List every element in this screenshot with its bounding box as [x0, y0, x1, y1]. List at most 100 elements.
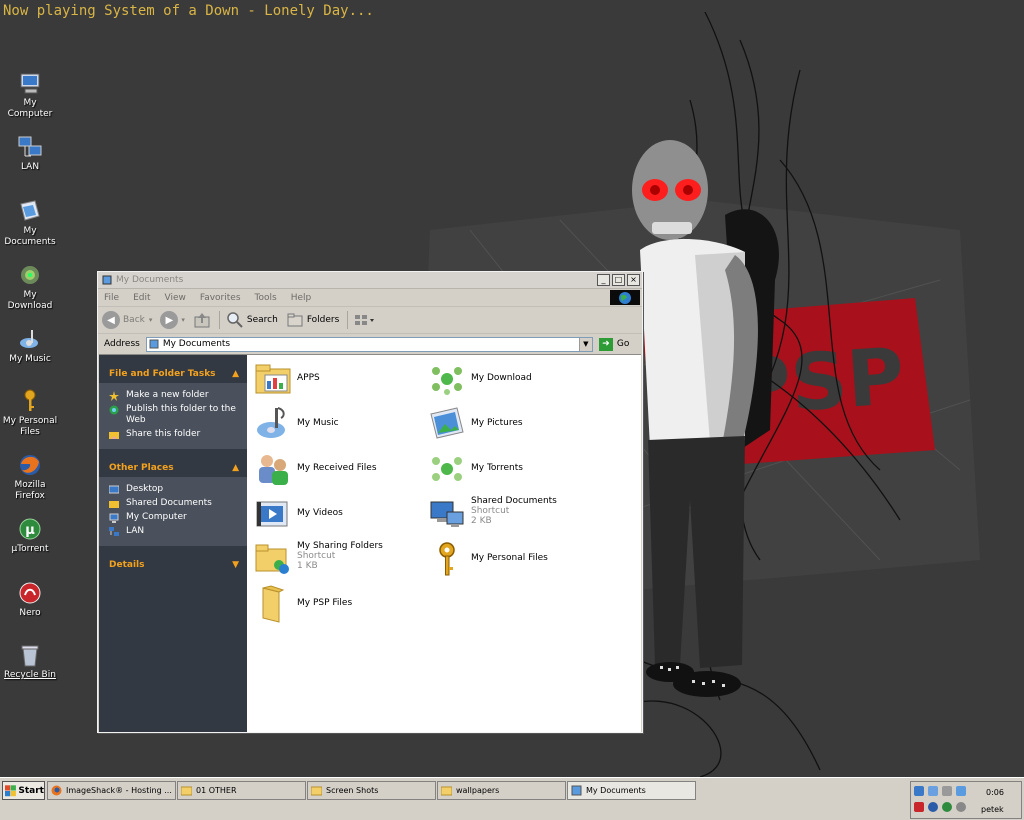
- file-item-my-pictures[interactable]: My Pictures: [427, 404, 597, 444]
- display-tray-icon[interactable]: [928, 786, 938, 796]
- address-input[interactable]: My Documents ▼: [145, 336, 593, 352]
- details-header[interactable]: Details ▼: [99, 556, 247, 574]
- forward-arrow-icon: ▶: [160, 311, 179, 329]
- task-make-new-folder[interactable]: Make a new folder: [109, 390, 239, 401]
- file-name: My Download: [471, 373, 532, 383]
- desktop-icon-recycle-bin[interactable]: Recycle Bin: [0, 642, 60, 681]
- task-share-folder[interactable]: Share this folder: [109, 429, 239, 440]
- desktop-icon-lan[interactable]: LAN: [0, 134, 60, 173]
- utorrent-tray-icon[interactable]: [942, 802, 952, 812]
- desktop-icon-mozilla-firefox[interactable]: Mozilla Firefox: [0, 452, 60, 502]
- panel-title: Details: [109, 560, 145, 570]
- file-text: My Pictures: [471, 404, 523, 428]
- file-item-my-torrents[interactable]: My Torrents: [427, 449, 597, 489]
- firefox-icon: [51, 785, 62, 796]
- file-item-my-music[interactable]: My Music: [253, 404, 423, 444]
- desktop-icon-utorrent[interactable]: µ µTorrent: [0, 516, 60, 555]
- menu-help[interactable]: Help: [291, 293, 312, 303]
- file-item-my-received-files[interactable]: My Received Files: [253, 449, 423, 489]
- place-label: LAN: [126, 526, 145, 536]
- back-button[interactable]: ◀ Back ▾: [102, 311, 152, 329]
- address-bar: Address My Documents ▼ ➜ Go: [98, 334, 642, 354]
- file-folder-tasks-header[interactable]: File and Folder Tasks ▲: [99, 365, 247, 383]
- taskbar-button-my-documents[interactable]: My Documents: [567, 781, 696, 800]
- file-name: My Music: [297, 418, 339, 428]
- info-tray-icon[interactable]: [928, 802, 938, 812]
- file-name: My PSP Files: [297, 598, 353, 608]
- new-folder-icon: [109, 391, 119, 401]
- torrents-icon: [432, 457, 462, 481]
- file-item-my-psp-files[interactable]: My PSP Files: [253, 584, 423, 624]
- start-button[interactable]: Start: [2, 781, 45, 800]
- taskbar-button-01-other[interactable]: 01 OTHER: [177, 781, 306, 800]
- videos-icon: [256, 501, 288, 527]
- desktop-icon-nero[interactable]: Nero: [0, 580, 60, 619]
- menu-favorites[interactable]: Favorites: [200, 293, 241, 303]
- messenger-tray-icon[interactable]: [956, 786, 966, 796]
- menu-file[interactable]: File: [104, 293, 119, 303]
- file-item-my-download[interactable]: My Download: [427, 359, 597, 399]
- desktop-icon-my-download[interactable]: My Download: [0, 262, 60, 312]
- desktop-icon-my-computer[interactable]: My Computer: [0, 70, 60, 120]
- up-folder-button[interactable]: [193, 311, 211, 329]
- key-icon: [439, 542, 455, 576]
- file-text: My Music: [297, 404, 339, 428]
- go-button[interactable]: ➜ Go: [598, 337, 629, 351]
- place-my-computer[interactable]: My Computer: [109, 512, 239, 523]
- menu-view[interactable]: View: [165, 293, 186, 303]
- toolbar: ◀ Back ▾ ▶ ▾ Search Folders: [98, 307, 642, 334]
- window-title: My Documents: [116, 275, 184, 285]
- recycle-bin-icon: [21, 645, 39, 667]
- toolbar-separator: [347, 311, 349, 329]
- clock-time[interactable]: 0:06: [986, 788, 1004, 797]
- file-item-my-sharing-folders[interactable]: My Sharing Folders Shortcut 1 KB: [253, 539, 423, 579]
- maximize-button[interactable]: □: [612, 274, 625, 286]
- settings-tray-icon[interactable]: [956, 802, 966, 812]
- desktop-icon-my-music[interactable]: My Music: [0, 326, 60, 365]
- menu-edit[interactable]: Edit: [133, 293, 150, 303]
- views-icon: [355, 315, 375, 325]
- address-label: Address: [104, 339, 140, 349]
- place-lan[interactable]: LAN: [109, 526, 239, 537]
- file-item-shared-documents[interactable]: Shared Documents Shortcut 2 KB: [427, 494, 597, 534]
- alert-tray-icon[interactable]: [914, 802, 924, 812]
- search-icon: [227, 312, 243, 328]
- close-button[interactable]: ×: [627, 274, 640, 286]
- desktop-icon-label: My Personal Files: [2, 416, 58, 437]
- volume-tray-icon[interactable]: [942, 786, 952, 796]
- menu-tools[interactable]: Tools: [255, 293, 277, 303]
- desktop-icon-my-personal-files[interactable]: My Personal Files: [0, 388, 60, 438]
- network-tray-icon[interactable]: [914, 786, 924, 796]
- taskbar-button-wallpapers[interactable]: wallpapers: [437, 781, 566, 800]
- minimize-button[interactable]: _: [597, 274, 610, 286]
- desktop-icon-my-documents[interactable]: My Documents: [0, 198, 60, 248]
- desktop-icon-label: My Download: [7, 290, 53, 311]
- views-button[interactable]: [354, 313, 376, 327]
- other-places-header[interactable]: Other Places ▲: [99, 459, 247, 477]
- place-desktop[interactable]: Desktop: [109, 484, 239, 495]
- search-button[interactable]: Search: [226, 311, 278, 329]
- file-name: Shared Documents: [471, 496, 557, 506]
- taskbar: Start ImageShack® - Hosting ... 01 OTHER…: [0, 777, 1024, 820]
- folders-button[interactable]: Folders: [286, 311, 340, 329]
- place-shared-documents[interactable]: Shared Documents: [109, 498, 239, 509]
- forward-button[interactable]: ▶ ▾: [160, 311, 185, 329]
- share-folder-icon: [109, 432, 119, 439]
- back-arrow-icon: ◀: [102, 311, 120, 329]
- address-dropdown-button[interactable]: ▼: [578, 337, 592, 351]
- window-titlebar[interactable]: My Documents _ □ ×: [98, 272, 642, 289]
- folders-label: Folders: [306, 315, 340, 325]
- documents-icon: [149, 339, 159, 349]
- start-label: Start: [18, 785, 44, 796]
- file-item-my-personal-files[interactable]: My Personal Files: [427, 539, 597, 579]
- search-label: Search: [246, 315, 278, 325]
- file-size: 1 KB: [297, 561, 318, 571]
- file-item-apps[interactable]: APPS: [253, 359, 423, 399]
- file-name: My Videos: [297, 508, 343, 518]
- computer-icon: [109, 513, 119, 523]
- taskbar-button-screen-shots[interactable]: Screen Shots: [307, 781, 436, 800]
- task-publish-folder[interactable]: Publish this folder to the Web: [109, 404, 239, 426]
- file-item-my-videos[interactable]: My Videos: [253, 494, 423, 534]
- taskbar-button-imageshack[interactable]: ImageShack® - Hosting ...: [47, 781, 176, 800]
- windows-flag-icon: [5, 784, 16, 796]
